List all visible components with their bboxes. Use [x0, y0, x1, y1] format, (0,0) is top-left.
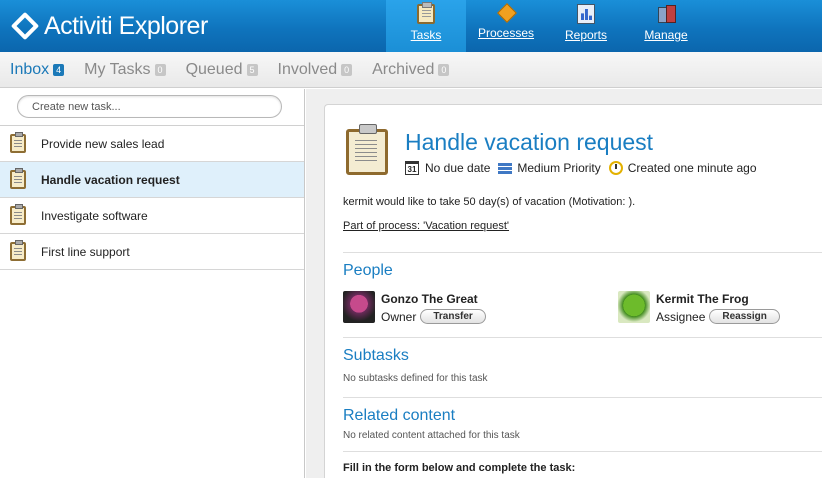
created-time: Created one minute ago — [608, 161, 757, 175]
tab-involved-count: 0 — [341, 63, 353, 76]
priority-icon — [498, 162, 513, 174]
nav-processes[interactable]: Processes — [466, 0, 546, 52]
main-nav: Tasks Processes Reports Manage — [386, 0, 706, 52]
nav-manage-label: Manage — [644, 28, 688, 42]
task-tab-bar: Inbox 4 My Tasks 0 Queued 5 Involved 0 A… — [0, 52, 822, 88]
task-clipboard-icon — [10, 240, 26, 261]
clock-icon — [608, 161, 623, 175]
reassign-button[interactable]: Reassign — [709, 309, 780, 324]
task-list-item[interactable]: First line support — [0, 234, 304, 270]
nav-reports-label: Reports — [564, 28, 608, 42]
task-list-item[interactable]: Investigate software — [0, 198, 304, 234]
tab-my-tasks-count: 0 — [154, 63, 166, 76]
task-meta: 31 No due date Medium Priority Created o… — [405, 161, 765, 175]
created-label: Created one minute ago — [627, 161, 757, 175]
tab-inbox-label: Inbox — [10, 60, 50, 78]
task-detail-panel: Handle vacation request 31 No due date M… — [324, 104, 822, 478]
subtasks-title: Subtasks — [343, 347, 409, 364]
tab-archived-count: 0 — [438, 63, 450, 76]
divider — [343, 337, 822, 338]
divider — [343, 451, 822, 452]
tab-involved[interactable]: Involved 0 — [278, 61, 353, 79]
process-link[interactable]: Part of process: 'Vacation request' — [343, 220, 509, 232]
task-list-item[interactable]: Handle vacation request — [0, 162, 304, 198]
due-date[interactable]: 31 No due date — [405, 161, 490, 175]
owner-role: Owner — [381, 309, 417, 324]
nav-tasks-label: Tasks — [410, 28, 442, 42]
task-list-item-label: Provide new sales lead — [41, 136, 165, 151]
calendar-icon: 31 — [405, 161, 419, 175]
transfer-button[interactable]: Transfer — [420, 309, 486, 324]
nav-tasks[interactable]: Tasks — [386, 0, 466, 52]
avatar — [343, 291, 375, 323]
owner-name: Gonzo The Great — [381, 292, 478, 306]
tab-queued-label: Queued — [185, 60, 243, 78]
task-clipboard-icon — [10, 132, 26, 153]
tab-my-tasks-label: My Tasks — [84, 60, 151, 78]
task-clipboard-icon — [346, 124, 388, 175]
task-list-item-label: Handle vacation request — [41, 172, 180, 187]
people-title: People — [343, 262, 393, 279]
task-list-item-label: Investigate software — [41, 208, 148, 223]
assignee-role: Assignee — [656, 309, 706, 324]
app-logo: Activiti Explorer — [10, 9, 208, 43]
avatar — [618, 291, 650, 323]
app-title: Activiti Explorer — [44, 11, 208, 40]
tab-queued[interactable]: Queued 5 — [186, 61, 258, 79]
nav-manage[interactable]: Manage — [626, 0, 706, 52]
tab-archived[interactable]: Archived 0 — [372, 60, 450, 79]
due-date-label: No due date — [425, 161, 491, 175]
priority[interactable]: Medium Priority — [498, 161, 601, 175]
related-content-title: Related content — [343, 407, 456, 424]
activiti-logo-icon — [10, 11, 40, 41]
task-list-item[interactable]: Provide new sales lead — [0, 126, 304, 162]
nav-reports[interactable]: Reports — [546, 0, 626, 52]
subtasks-empty: No subtasks defined for this task — [343, 373, 488, 384]
nav-processes-label: Processes — [477, 26, 535, 40]
task-clipboard-icon — [10, 168, 26, 189]
new-task-bar — [0, 89, 304, 126]
processes-icon — [497, 4, 515, 22]
task-description[interactable]: kermit would like to take 50 day(s) of v… — [343, 196, 635, 208]
tasks-icon — [417, 2, 435, 24]
top-bar: Activiti Explorer Tasks Processes Report… — [0, 0, 822, 52]
assignee-role-row: Assignee Reassign — [656, 309, 780, 324]
owner-card: Gonzo The Great Owner Transfer — [343, 291, 486, 324]
owner-role-row: Owner Transfer — [381, 309, 486, 324]
tab-archived-label: Archived — [372, 60, 435, 78]
task-title: Handle vacation request — [405, 129, 654, 155]
task-list-item-label: First line support — [41, 244, 130, 259]
new-task-input[interactable] — [17, 95, 282, 118]
manage-icon — [656, 4, 676, 24]
priority-label: Medium Priority — [517, 161, 601, 175]
tab-involved-label: Involved — [277, 60, 338, 78]
divider — [343, 252, 822, 253]
tab-inbox-count: 4 — [53, 63, 65, 76]
assignee-name: Kermit The Frog — [656, 292, 749, 306]
related-content-empty: No related content attached for this tas… — [343, 430, 520, 441]
task-list-panel: Provide new sales lead Handle vacation r… — [0, 89, 305, 478]
task-clipboard-icon — [10, 204, 26, 225]
assignee-card: Kermit The Frog Assignee Reassign — [618, 291, 780, 324]
divider — [343, 397, 822, 398]
tab-queued-count: 5 — [246, 63, 258, 76]
reports-icon — [577, 4, 595, 24]
tab-inbox[interactable]: Inbox 4 — [10, 60, 65, 79]
form-prompt: Fill in the form below and complete the … — [343, 462, 576, 474]
tab-my-tasks[interactable]: My Tasks 0 — [84, 60, 166, 79]
